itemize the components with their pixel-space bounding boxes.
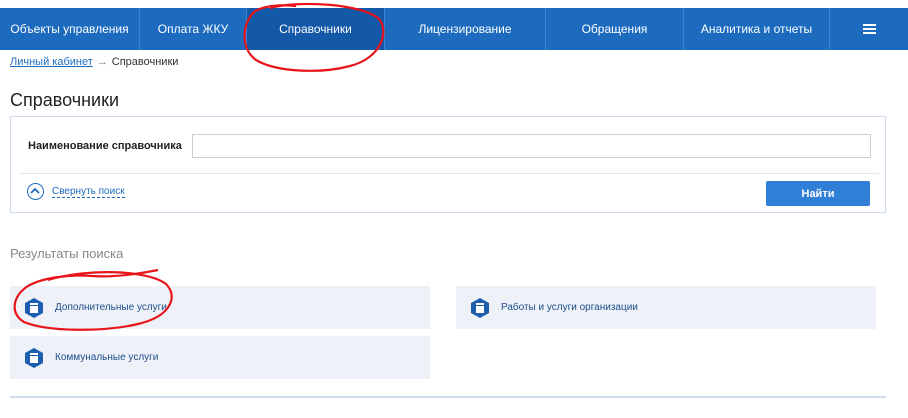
result-item-label: Дополнительные услуги xyxy=(55,302,167,313)
breadcrumb-home-link[interactable]: Личный кабинет xyxy=(10,56,93,68)
nav-item-licensing[interactable]: Лицензирование xyxy=(385,8,546,50)
breadcrumb-current: Справочники xyxy=(111,56,179,68)
nav-item-directories[interactable]: Справочники xyxy=(247,8,385,50)
nav-menu-button[interactable] xyxy=(830,8,908,50)
result-item-label: Коммунальные услуги xyxy=(55,352,159,363)
result-item-additional-services[interactable]: Дополнительные услуги xyxy=(10,286,430,329)
bottom-divider xyxy=(10,396,886,398)
result-item-label: Работы и услуги организации xyxy=(501,302,638,313)
nav-item-appeals[interactable]: Обращения xyxy=(546,8,684,50)
nav-item-utility-payment[interactable]: Оплата ЖКУ xyxy=(140,8,247,50)
top-strip xyxy=(0,0,908,8)
directory-name-label: Наименование справочника xyxy=(28,140,182,152)
result-item-organization-works[interactable]: Работы и услуги организации xyxy=(456,286,876,329)
find-button[interactable]: Найти xyxy=(766,181,870,206)
chevron-up-icon[interactable] xyxy=(27,183,44,200)
results-title: Результаты поиска xyxy=(10,246,124,261)
catalog-icon xyxy=(25,347,43,368)
collapse-search-link[interactable]: Свернуть поиск xyxy=(52,186,125,198)
breadcrumb-separator: → xyxy=(96,56,108,68)
catalog-icon xyxy=(25,297,43,318)
nav-item-management-objects[interactable]: Объекты управления xyxy=(0,8,140,50)
result-item-utility-services[interactable]: Коммунальные услуги xyxy=(10,336,430,379)
hamburger-menu-icon xyxy=(862,24,876,34)
main-nav: Объекты управления Оплата ЖКУ Справочник… xyxy=(0,8,908,50)
breadcrumb: Личный кабинет → Справочники xyxy=(10,56,178,68)
catalog-icon xyxy=(471,297,489,318)
search-panel: Наименование справочника Свернуть поиск … xyxy=(10,116,886,213)
nav-item-analytics-reports[interactable]: Аналитика и отчеты xyxy=(684,8,830,50)
page-title: Справочники xyxy=(10,90,120,110)
directory-name-input[interactable] xyxy=(192,134,871,158)
panel-divider xyxy=(19,173,879,174)
